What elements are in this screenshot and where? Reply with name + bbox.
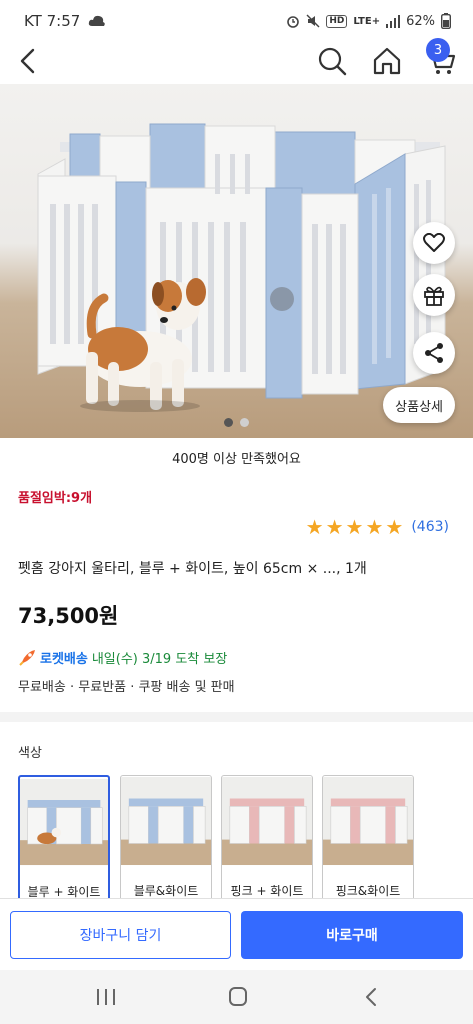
star-icon: ★ bbox=[325, 515, 344, 539]
carousel-indicator bbox=[0, 418, 473, 427]
back-nav-button[interactable] bbox=[358, 985, 386, 1009]
hd-icon: HD bbox=[326, 14, 348, 28]
product-price: 73,500원 bbox=[18, 604, 119, 628]
rocket-icon bbox=[19, 649, 35, 666]
playpen-illustration bbox=[37, 123, 446, 412]
rocket-delivery-label: 로켓배송 bbox=[40, 652, 88, 667]
search-button[interactable] bbox=[315, 44, 349, 78]
home-nav-button[interactable] bbox=[224, 985, 252, 1009]
heart-icon bbox=[423, 233, 445, 252]
signal-icon bbox=[386, 14, 401, 28]
alarm-icon bbox=[287, 16, 300, 28]
back-button[interactable] bbox=[14, 44, 42, 78]
search-icon bbox=[318, 47, 347, 76]
star-icon: ★ bbox=[365, 515, 384, 539]
section-divider bbox=[0, 712, 473, 722]
recent-apps-button[interactable] bbox=[92, 985, 120, 1009]
purchase-bar: 장바구니 담기 바로구매 bbox=[0, 898, 473, 970]
network-type: LTE+ bbox=[353, 15, 381, 27]
buy-now-button[interactable]: 바로구매 bbox=[241, 911, 463, 959]
mute-icon bbox=[306, 14, 320, 28]
gift-button[interactable] bbox=[413, 274, 455, 316]
status-bar: KT 7:57 HD LTE+ 62% bbox=[0, 0, 473, 42]
rating[interactable]: ★ ★ ★ ★ ★ (463) bbox=[306, 517, 449, 537]
chevron-left-icon bbox=[366, 988, 376, 1006]
gift-icon bbox=[424, 286, 444, 306]
battery-icon bbox=[441, 13, 451, 29]
color-option[interactable]: 핑크&화이트 bbox=[322, 775, 414, 905]
star-icon: ★ bbox=[305, 515, 324, 539]
option-thumbnail bbox=[222, 776, 312, 866]
cart-count-badge: 3 bbox=[426, 38, 450, 62]
option-label: 핑크 + 화이트 bbox=[230, 884, 304, 898]
option-thumbnail bbox=[20, 778, 108, 866]
carrier-time: KT 7:57 bbox=[24, 12, 81, 30]
carousel-dot[interactable] bbox=[224, 418, 233, 427]
product-image-carousel[interactable]: 상품상세 bbox=[0, 84, 473, 438]
wishlist-button[interactable] bbox=[413, 222, 455, 264]
review-count[interactable]: (463) bbox=[411, 519, 449, 535]
share-icon bbox=[425, 343, 443, 363]
option-label: 블루&화이트 bbox=[133, 884, 199, 898]
rocket-delivery: 로켓배송 내일(수) 3/19 도착 보장 bbox=[18, 648, 227, 667]
star-icon: ★ bbox=[385, 515, 404, 539]
option-thumbnail bbox=[121, 776, 211, 866]
star-icon: ★ bbox=[345, 515, 364, 539]
chevron-left-icon bbox=[20, 48, 35, 74]
battery-level: 62% bbox=[406, 13, 435, 29]
color-option[interactable]: 핑크 + 화이트 bbox=[221, 775, 313, 905]
recent-apps-icon bbox=[97, 989, 115, 1005]
arrival-guarantee: 내일(수) 3/19 도착 보장 bbox=[91, 652, 228, 667]
color-option[interactable]: 블루 + 화이트 bbox=[18, 775, 110, 905]
cloud-icon bbox=[89, 15, 106, 26]
share-button[interactable] bbox=[413, 332, 455, 374]
app-bar: 3 bbox=[0, 38, 473, 82]
option-label: 핑크&화이트 bbox=[335, 884, 401, 898]
color-options: 블루 + 화이트 블루&화이트 핑크 + 화이트 핑크&화이트 bbox=[18, 775, 473, 905]
home-circle-icon bbox=[229, 987, 247, 1006]
cart-button[interactable]: 3 bbox=[424, 38, 458, 78]
carousel-dot[interactable] bbox=[240, 418, 249, 427]
system-nav-bar bbox=[0, 970, 473, 1024]
option-thumbnail bbox=[323, 776, 413, 866]
add-to-cart-button[interactable]: 장바구니 담기 bbox=[10, 911, 231, 959]
home-icon bbox=[373, 47, 401, 75]
product-title: 펫홈 강아지 울타리, 블루 + 화이트, 높이 65cm × ..., 1개 bbox=[18, 561, 367, 577]
stock-urgency-label: 품절임박:9개 bbox=[18, 491, 93, 506]
home-button[interactable] bbox=[370, 44, 404, 78]
satisfaction-text: 400명 이상 만족했어요 bbox=[172, 452, 301, 467]
shipping-info: 무료배송 · 무료반품 · 쿠팡 배송 및 판매 bbox=[18, 680, 235, 695]
color-option-label: 색상 bbox=[18, 746, 42, 761]
color-option[interactable]: 블루&화이트 bbox=[120, 775, 212, 905]
